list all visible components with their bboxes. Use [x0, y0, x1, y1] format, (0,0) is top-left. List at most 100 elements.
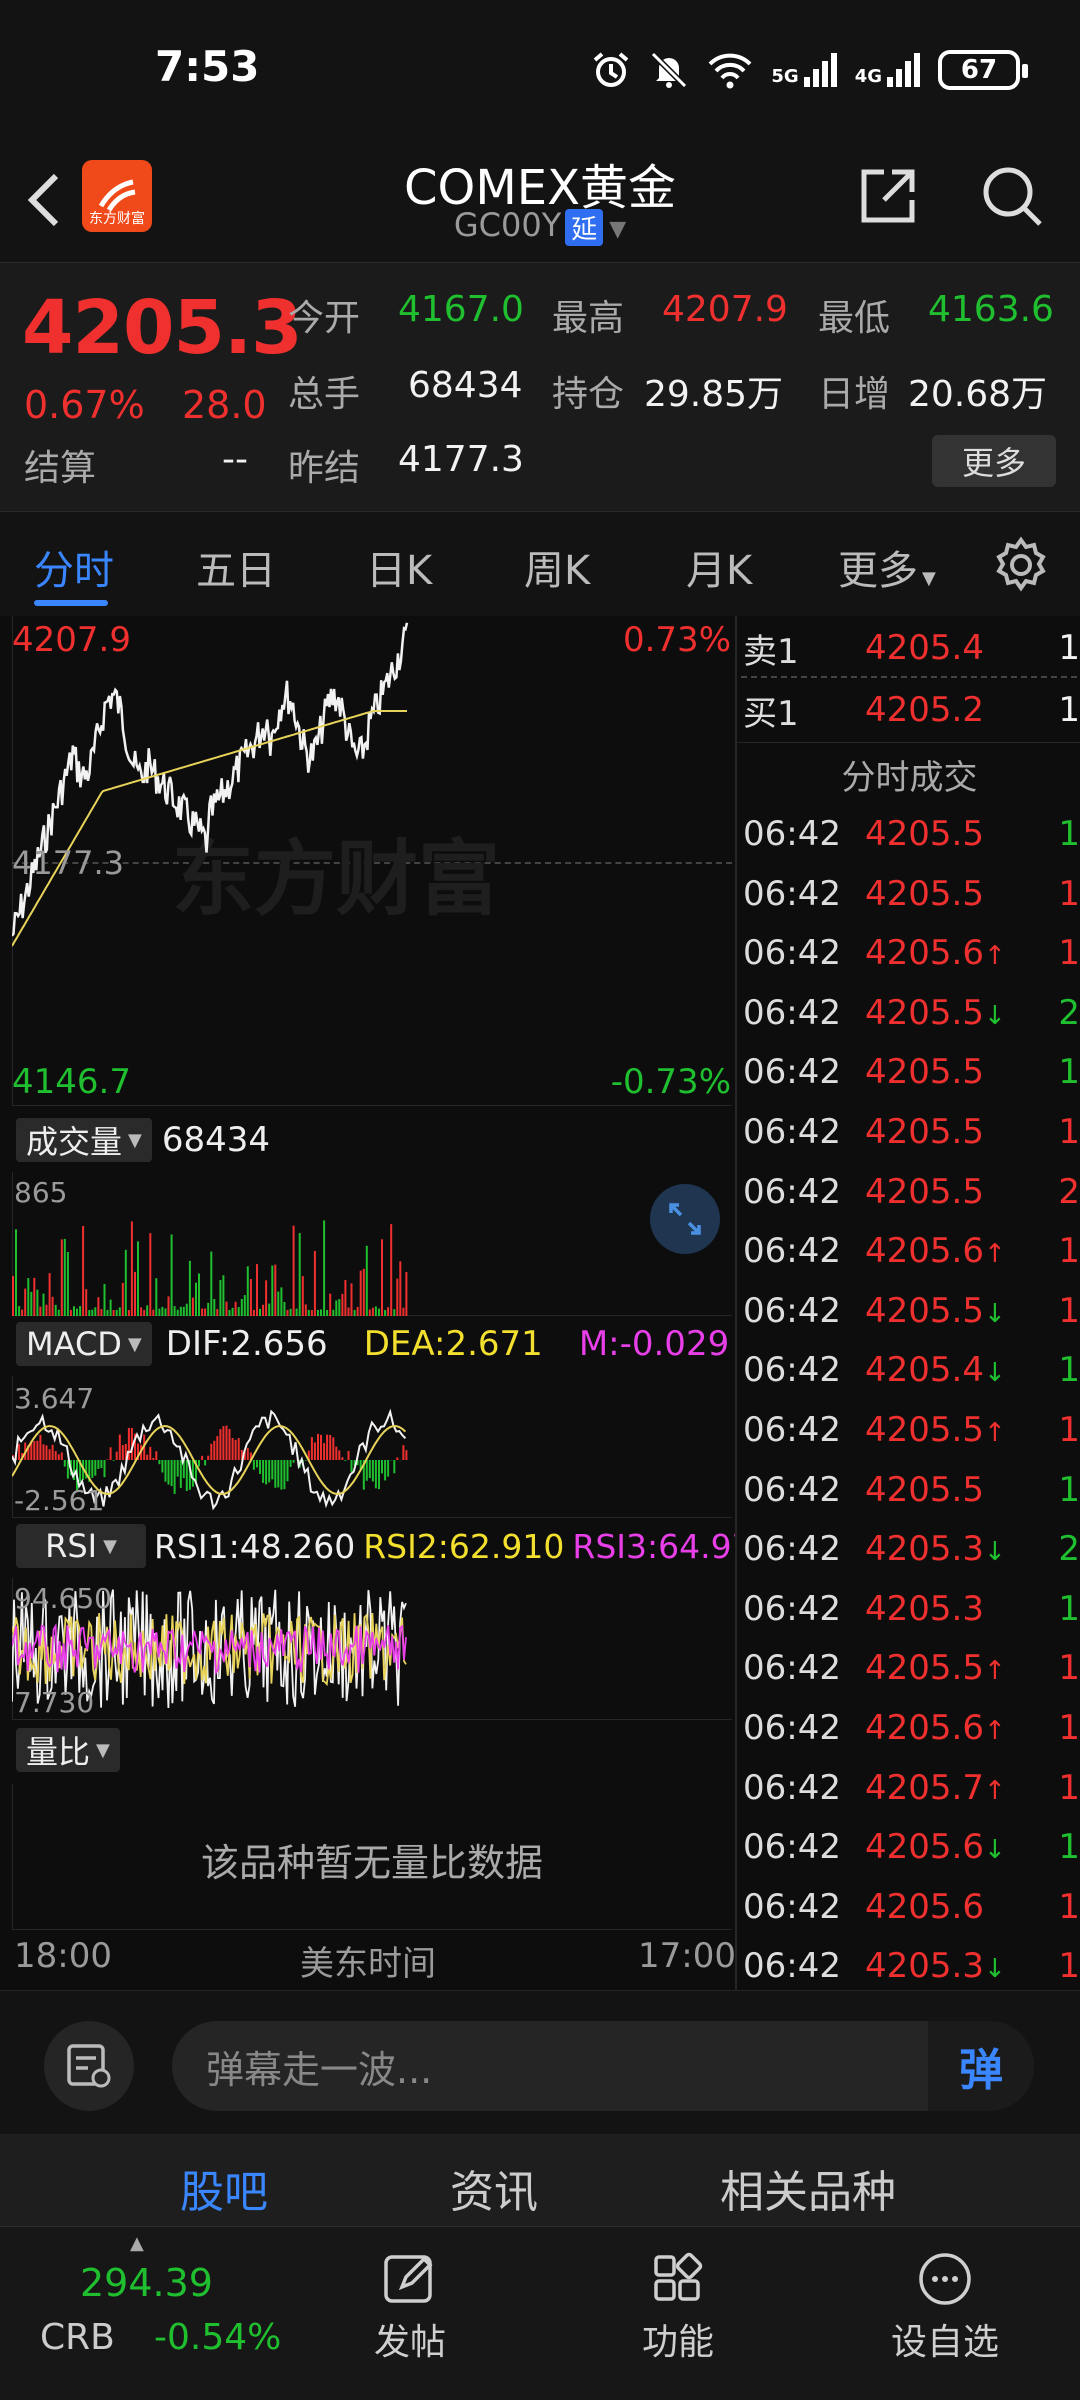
trade-price-value: 4205.6 — [865, 1708, 984, 1748]
macd-bar — [393, 1460, 396, 1474]
trade-volume: 2 — [1058, 1171, 1080, 1212]
chart-bottom-percent: -0.73% — [610, 1062, 731, 1102]
quote-more-button[interactable]: 更多 — [932, 435, 1056, 487]
tab-daily-k[interactable]: 日K — [366, 538, 432, 596]
volume-bar — [387, 1307, 390, 1316]
expand-chart-button[interactable] — [650, 1184, 720, 1254]
trade-price: 4205.5 — [865, 1052, 1040, 1092]
tab-guba[interactable]: 股吧 — [180, 2156, 268, 2220]
trade-price: 4205.3↓ — [865, 1529, 1040, 1569]
volume-bar — [323, 1220, 326, 1316]
bid1-volume: 1 — [1058, 690, 1080, 730]
volume-bar — [152, 1309, 155, 1316]
tab-five-day[interactable]: 五日 — [196, 538, 276, 596]
trade-price-value: 4205.3 — [865, 1588, 984, 1629]
trade-direction-arrow: ↓ — [983, 1537, 1006, 1568]
tab-monthly-k[interactable]: 月K — [686, 538, 752, 596]
macd-bar — [350, 1460, 353, 1472]
trade-row: 06:42 4205.5↑ 1 — [737, 1638, 1080, 1698]
volume-bar — [149, 1233, 152, 1316]
trade-price-value: 4205.3 — [865, 1529, 984, 1570]
volume-bar — [393, 1309, 396, 1316]
volume-bar — [329, 1293, 332, 1316]
volume-bar — [57, 1309, 60, 1316]
ticker-change[interactable]: -0.54% — [154, 2317, 281, 2358]
trade-row: 06:42 4205.5 1 — [737, 1460, 1080, 1520]
volume-bar — [12, 1275, 14, 1316]
trade-price: 4205.5↑ — [865, 1648, 1040, 1688]
danmu-toggle-button[interactable]: 弹 — [928, 2021, 1034, 2111]
settings-gear-icon[interactable] — [992, 536, 1050, 594]
chevron-down-icon: ▼ — [609, 217, 627, 242]
macd-bar — [286, 1460, 289, 1482]
average-price-line — [12, 710, 407, 947]
macd-bar — [149, 1446, 152, 1460]
macd-bar — [265, 1460, 268, 1485]
macd-bar — [51, 1444, 54, 1460]
ticker-name[interactable]: CRB — [40, 2317, 115, 2358]
trade-price-value: 4205.6 — [865, 1827, 984, 1868]
volume-bar — [45, 1304, 48, 1316]
functions-button[interactable]: 功能 — [638, 2249, 718, 2365]
volume-bar — [69, 1309, 72, 1316]
volume-bar — [374, 1306, 377, 1316]
volume-ratio-select[interactable]: 量比 ▼ — [16, 1728, 120, 1772]
volume-bar — [237, 1307, 240, 1316]
volume-bar — [341, 1293, 344, 1316]
volume-bar — [359, 1270, 362, 1316]
tab-news[interactable]: 资讯 — [450, 2156, 538, 2220]
bid1-label: 买1 — [743, 693, 799, 734]
macd-indicator-select[interactable]: MACD ▼ — [16, 1322, 152, 1366]
more-dots-icon — [919, 2253, 971, 2305]
volume-bar — [234, 1301, 237, 1316]
trade-row: 06:42 4205.3↓ 1 — [737, 1936, 1080, 1996]
last-price: 4205.3 — [22, 285, 303, 371]
chevron-down-icon: ▼ — [128, 1129, 142, 1151]
trade-price-value: 4205.6 — [865, 1231, 984, 1272]
macd-bar — [329, 1435, 332, 1460]
danmu-settings-button[interactable] — [44, 2021, 134, 2111]
macd-bar — [57, 1454, 60, 1460]
volume-bar — [243, 1295, 246, 1316]
volume-max-label: 865 — [14, 1176, 68, 1209]
tab-more[interactable]: 更多 ▼ — [838, 538, 936, 596]
trade-row: 06:42 4205.5↓ 2 — [737, 983, 1080, 1043]
trade-time: 06:42 — [743, 1767, 841, 1808]
macd-bar — [54, 1451, 57, 1460]
trade-time: 06:42 — [743, 992, 841, 1033]
volume-bar — [170, 1234, 173, 1316]
share-icon[interactable] — [856, 164, 920, 228]
post-button[interactable]: 发帖 — [370, 2249, 450, 2365]
danmu-input[interactable]: 弹幕走一波... — [172, 2021, 1034, 2111]
tab-intraday[interactable]: 分时 — [34, 538, 114, 596]
volume-bar — [66, 1252, 69, 1316]
intraday-chart-area[interactable]: 东方财富 4207.9 0.73% 4177.3 4146.7 -0.73% 成… — [0, 616, 774, 1990]
volume-ratio-indicator-bar: 量比 ▼ — [16, 1728, 120, 1772]
quote-panel: 4205.3 0.67% 28.0 结算 -- 今开 4167.0 最高 420… — [0, 262, 1080, 512]
macd-bar — [271, 1460, 274, 1480]
volume-bar — [167, 1296, 170, 1316]
trade-price: 4205.6 — [865, 1887, 1040, 1927]
rsi-indicator-select[interactable]: RSI ▼ — [16, 1524, 146, 1568]
trade-price-value: 4205.4 — [865, 1350, 984, 1391]
macd-bar — [155, 1451, 158, 1460]
volume-bar — [207, 1302, 210, 1316]
tab-related[interactable]: 相关品种 — [720, 2156, 896, 2220]
trade-time: 06:42 — [743, 814, 841, 854]
tab-weekly-k[interactable]: 周K — [524, 538, 590, 596]
macd-bar — [317, 1433, 319, 1460]
volume-bar — [274, 1264, 277, 1316]
macd-bar — [365, 1460, 368, 1481]
wifi-icon — [708, 53, 752, 89]
app-header: 东方财富 COMEX黄金 GC00Y 延 ▼ — [0, 140, 1080, 262]
volume-value: 68434 — [408, 365, 523, 406]
macd-bar — [198, 1460, 200, 1467]
open-label: 今开 — [288, 298, 361, 339]
add-watchlist-button[interactable]: 设自选 — [890, 2249, 1000, 2365]
volume-indicator-select[interactable]: 成交量 ▼ — [16, 1118, 152, 1162]
trade-price-value: 4205.5 — [865, 1112, 984, 1152]
search-icon[interactable] — [978, 162, 1046, 230]
volume-bar — [176, 1309, 179, 1316]
volume-bar — [143, 1310, 146, 1316]
ticker-value[interactable]: 294.39 — [80, 2261, 213, 2305]
